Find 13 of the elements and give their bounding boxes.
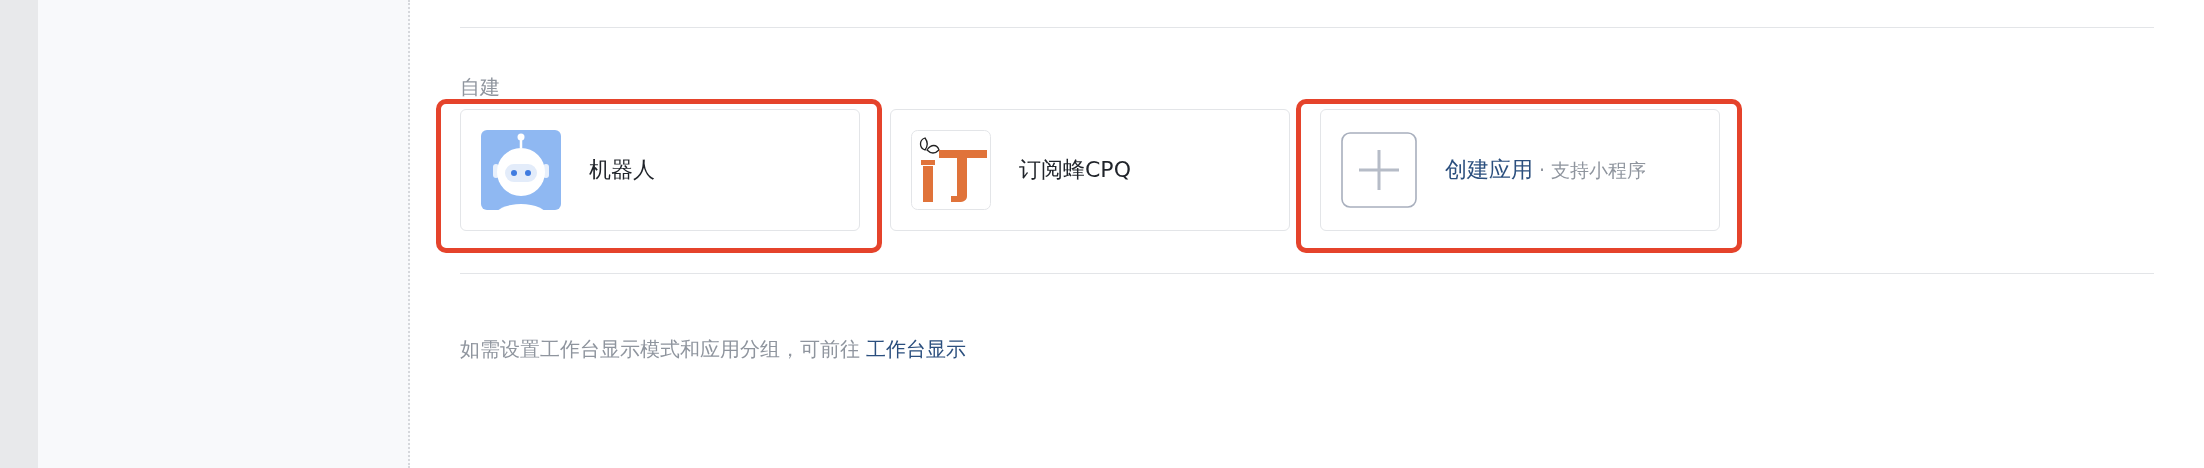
hint-text: 如需设置工作台显示模式和应用分组，可前往 工作台显示 — [460, 336, 968, 363]
plus-icon — [1341, 132, 1417, 208]
settings-link[interactable]: 工作台显示 — [866, 337, 967, 361]
app-card[interactable]: 机器人 — [460, 109, 860, 231]
section-label: 自建 — [460, 74, 501, 101]
app-name: 订阅蜂CPQ — [1019, 157, 1131, 182]
robot-icon — [481, 130, 561, 210]
app-name: 机器人 — [589, 157, 655, 182]
create-app-card[interactable]: 创建应用 · 支持小程序 — [1320, 109, 1720, 231]
hint-text: · 支持小程序 — [1539, 159, 1647, 181]
logo-icon — [911, 130, 991, 210]
app-card[interactable]: 订阅蜂CPQ — [890, 109, 1290, 231]
card-title: 创建应用 — [1445, 157, 1533, 182]
